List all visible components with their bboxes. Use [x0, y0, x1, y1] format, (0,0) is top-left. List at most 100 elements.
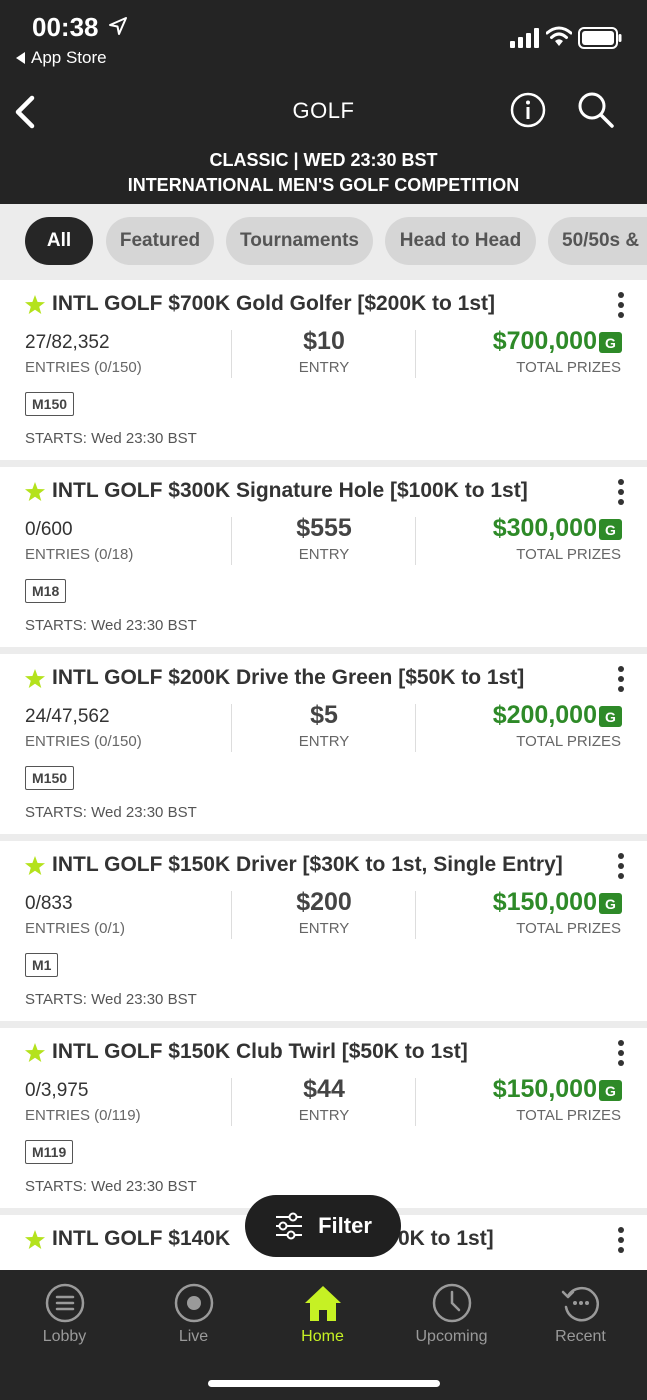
status-time: 00:38 — [32, 12, 99, 42]
entries-label: ENTRIES (0/18) — [25, 546, 134, 563]
max-entries-tag: M150 — [25, 766, 75, 790]
guaranteed-badge: G — [599, 706, 622, 727]
featured-star-icon — [25, 856, 45, 875]
back-to-app-link[interactable]: App Store — [16, 48, 107, 68]
max-entries-tag: M1 — [25, 953, 59, 977]
chip-head-to-head[interactable]: Head to Head — [385, 217, 536, 265]
entry-label: ENTRY — [298, 733, 350, 750]
contest-card[interactable]: INTL GOLF $150K Club Twirl [$50K to 1st]… — [0, 1028, 647, 1208]
entries-count: 0/833 — [25, 893, 73, 914]
featured-star-icon — [25, 1043, 45, 1062]
back-app-label: App Store — [31, 48, 107, 67]
page-header: GOLF CLASSIC | WED 23:30 BST INTERNATION… — [0, 76, 647, 204]
entry-fee: $5 — [310, 701, 338, 729]
tab-home[interactable]: Home — [258, 1278, 387, 1358]
tab-recent[interactable]: Recent — [516, 1278, 645, 1358]
page-title: GOLF — [292, 98, 355, 123]
contest-list: INTL GOLF $700K Gold Golfer [$200K to 1s… — [0, 280, 647, 1270]
start-time: STARTS: Wed 23:30 BST — [25, 617, 197, 634]
entry-fee: $555 — [296, 514, 352, 542]
home-icon — [304, 1286, 341, 1321]
max-entries-tag: M150 — [25, 392, 75, 416]
tab-live[interactable]: Live — [129, 1278, 258, 1358]
wifi-icon — [546, 26, 572, 46]
clock-icon — [432, 1283, 471, 1323]
tab-label: Upcoming — [415, 1328, 488, 1345]
prize-label: TOTAL PRIZES — [516, 546, 621, 563]
entries-count: 24/47,562 — [25, 706, 110, 727]
total-prize: $150,000 — [492, 888, 597, 916]
entries-count: 27/82,352 — [25, 332, 110, 353]
featured-star-icon — [25, 295, 45, 314]
home-indicator[interactable] — [208, 1380, 440, 1387]
more-options-icon[interactable] — [615, 1040, 627, 1070]
cellular-signal-icon — [510, 28, 539, 48]
competition-name: INTERNATIONAL MEN'S GOLF COMPETITION — [127, 175, 520, 195]
prize-label: TOTAL PRIZES — [516, 1107, 621, 1124]
contest-card[interactable]: INTL GOLF $300K Signature Hole [$100K to… — [0, 467, 647, 647]
contest-card[interactable]: INTL GOLF $150K Driver [$30K to 1st, Sin… — [0, 841, 647, 1021]
entries-label: ENTRIES (0/1) — [25, 920, 126, 937]
live-icon — [174, 1283, 213, 1323]
total-prize: $200,000 — [492, 701, 597, 729]
entry-fee: $200 — [296, 888, 352, 916]
contest-title-right: 0K to 1st] — [398, 1227, 494, 1250]
chip-all[interactable]: All — [25, 217, 93, 265]
lobby-icon — [45, 1283, 84, 1323]
max-entries-tag: M119 — [25, 1140, 74, 1164]
chip-50-50s[interactable]: 50/50s & — [548, 217, 647, 265]
tab-lobby[interactable]: Lobby — [0, 1278, 129, 1358]
entry-fee: $44 — [303, 1075, 345, 1103]
chip-featured[interactable]: Featured — [106, 217, 214, 265]
search-icon[interactable] — [574, 88, 618, 132]
entries-label: ENTRIES (0/150) — [25, 733, 142, 750]
contest-card[interactable]: INTL GOLF $700K Gold Golfer [$200K to 1s… — [0, 280, 647, 460]
total-prize: $700,000 — [492, 327, 597, 355]
start-time: STARTS: Wed 23:30 BST — [25, 991, 197, 1008]
more-options-icon[interactable] — [615, 479, 627, 509]
back-triangle-icon — [16, 52, 25, 64]
tab-label: Live — [178, 1328, 209, 1345]
featured-star-icon — [25, 482, 45, 501]
contest-card[interactable]: INTL GOLF $200K Drive the Green [$50K to… — [0, 654, 647, 834]
more-options-icon[interactable] — [615, 1227, 627, 1257]
filter-label: Filter — [318, 1213, 372, 1238]
divider — [415, 1078, 416, 1126]
sliders-icon — [276, 1212, 303, 1240]
start-time: STARTS: Wed 23:30 BST — [25, 804, 197, 821]
contest-title-left: INTL GOLF $140K — [52, 1227, 231, 1250]
entry-fee: $10 — [303, 327, 345, 355]
guaranteed-badge: G — [599, 519, 622, 540]
featured-star-icon — [25, 1230, 45, 1249]
divider — [415, 517, 416, 565]
more-options-icon[interactable] — [615, 666, 627, 696]
prize-label: TOTAL PRIZES — [516, 359, 621, 376]
tab-label: Lobby — [42, 1328, 87, 1345]
contest-title: INTL GOLF $700K Gold Golfer [$200K to 1s… — [52, 292, 496, 315]
tab-label: Recent — [555, 1328, 606, 1345]
entries-label: ENTRIES (0/119) — [25, 1107, 141, 1124]
info-icon[interactable] — [508, 90, 548, 130]
divider — [415, 891, 416, 939]
entry-label: ENTRY — [298, 359, 350, 376]
guaranteed-badge: G — [599, 893, 622, 914]
entry-label: ENTRY — [298, 546, 350, 563]
featured-star-icon — [25, 669, 45, 688]
total-prize: $300,000 — [492, 514, 597, 542]
more-options-icon[interactable] — [615, 853, 627, 883]
total-prize: $150,000 — [492, 1075, 597, 1103]
contest-title: INTL GOLF $150K Driver [$30K to 1st, Sin… — [52, 853, 563, 876]
guaranteed-badge: G — [599, 332, 622, 353]
entries-count: 0/3,975 — [25, 1080, 89, 1101]
tab-upcoming[interactable]: Upcoming — [387, 1278, 516, 1358]
max-entries-tag: M18 — [25, 579, 67, 603]
contest-title: INTL GOLF $150K Club Twirl [$50K to 1st] — [52, 1040, 468, 1063]
filter-button[interactable]: Filter — [245, 1195, 401, 1257]
entry-label: ENTRY — [298, 1107, 350, 1124]
more-options-icon[interactable] — [615, 292, 627, 322]
chip-tournaments[interactable]: Tournaments — [226, 217, 373, 265]
prize-label: TOTAL PRIZES — [516, 920, 621, 937]
filter-chips: All Featured Tournaments Head to Head 50… — [0, 204, 647, 280]
location-arrow-icon — [109, 17, 127, 35]
start-time: STARTS: Wed 23:30 BST — [25, 1178, 197, 1195]
